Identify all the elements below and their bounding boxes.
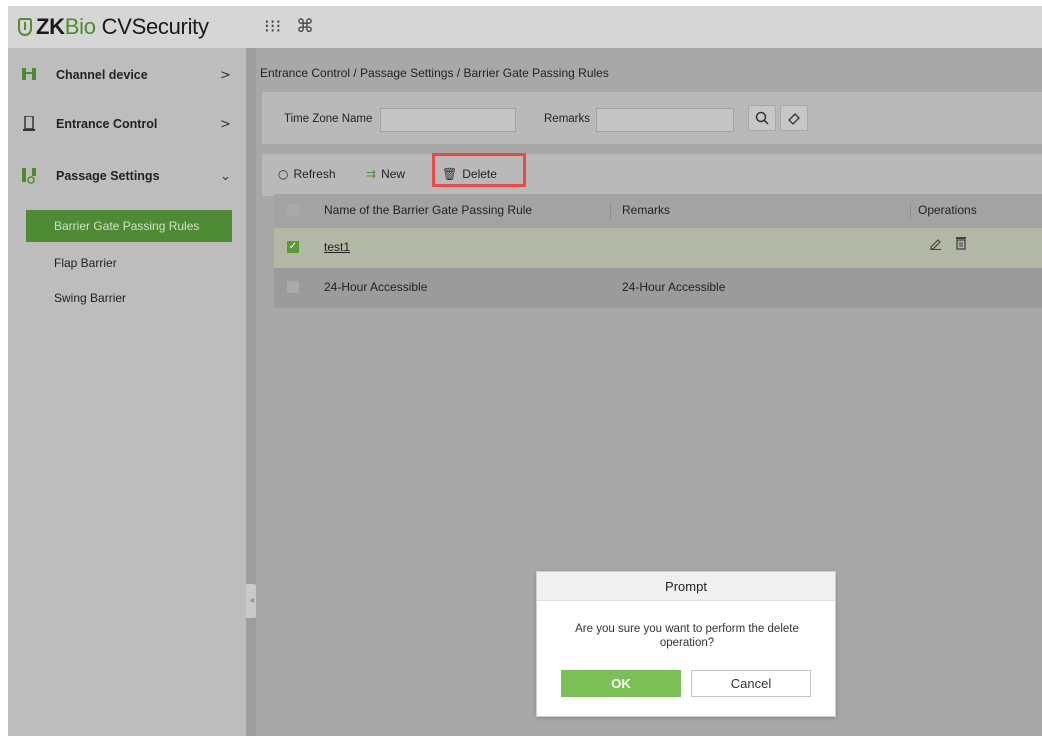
refresh-label: Refresh: [293, 167, 336, 181]
sidebar-item-channel-device[interactable]: Channel device >: [8, 58, 246, 92]
breadcrumb: Entrance Control / Passage Settings / Ba…: [260, 66, 609, 80]
select-all-checkbox[interactable]: [287, 204, 299, 216]
search-button[interactable]: [748, 105, 776, 131]
trash-icon[interactable]: [955, 236, 967, 254]
confirm-delete-dialog: Prompt Are you sure you want to perform …: [536, 571, 836, 717]
search-panel: Time Zone Name Remarks: [262, 92, 1042, 144]
sidebar-item-entrance-control[interactable]: Entrance Control >: [8, 107, 246, 141]
new-button[interactable]: ⇉ New: [366, 167, 405, 181]
sidebar-subitem-flap-barrier[interactable]: Flap Barrier: [26, 247, 232, 279]
sidebar-subitem-label: Swing Barrier: [54, 291, 127, 305]
column-header-name[interactable]: Name of the Barrier Gate Passing Rule: [324, 203, 532, 217]
sidebar-item-label: Passage Settings: [56, 169, 160, 183]
chevron-right-icon: >: [220, 116, 231, 132]
dialog-message: Are you sure you want to perform the del…: [575, 623, 799, 649]
remarks-input[interactable]: [596, 108, 734, 132]
command-icon[interactable]: ⌘: [296, 16, 314, 37]
time-zone-name-label: Time Zone Name: [284, 113, 373, 125]
top-bar: ZK Bio CVSecurity ⁝⁝⁝ ⌘: [8, 6, 1042, 48]
ok-button[interactable]: OK: [561, 670, 681, 697]
new-label: New: [381, 167, 406, 181]
logo-cvsecurity-text: CVSecurity: [101, 14, 209, 39]
row-checkbox[interactable]: [287, 281, 299, 293]
edit-icon[interactable]: [928, 236, 942, 254]
app-window: ZK Bio CVSecurity ⁝⁝⁝ ⌘ Channel device >…: [8, 6, 1042, 736]
sidebar-item-label: Channel device: [56, 68, 148, 82]
chevron-down-icon: ⌄: [220, 168, 231, 184]
column-divider: [610, 203, 611, 219]
column-header-operations: Operations: [918, 203, 977, 217]
sidebar-item-label: Entrance Control: [56, 117, 158, 131]
shield-logo-icon: [18, 18, 32, 36]
rule-remarks: 24-Hour Accessible: [622, 280, 726, 294]
chevron-right-icon: >: [220, 67, 231, 83]
cancel-button[interactable]: Cancel: [691, 670, 811, 697]
refresh-icon: ○: [278, 167, 289, 181]
column-header-remarks[interactable]: Remarks: [622, 203, 670, 217]
new-icon: ⇉: [366, 167, 377, 181]
sidebar: Channel device > Entrance Control > Pass…: [8, 48, 246, 736]
remarks-label: Remarks: [544, 113, 591, 125]
apps-grid-icon[interactable]: ⁝⁝⁝: [264, 16, 281, 37]
channel-device-icon: [22, 67, 36, 83]
sidebar-subitem-barrier-gate-passing-rules[interactable]: Barrier Gate Passing Rules: [26, 210, 232, 242]
column-divider: [910, 203, 911, 219]
rule-name: 24-Hour Accessible: [324, 280, 428, 294]
time-zone-name-input[interactable]: [380, 108, 516, 132]
sidebar-subitem-label: Barrier Gate Passing Rules: [54, 219, 200, 233]
eraser-icon: [788, 113, 800, 125]
passage-settings-icon: [22, 168, 36, 184]
delete-highlight-box: [432, 153, 526, 187]
rule-name-link[interactable]: test1: [324, 240, 350, 254]
sidebar-subitem-swing-barrier[interactable]: Swing Barrier: [26, 282, 232, 314]
toolbar: ○ Refresh ⇉ New 🗑 Delete: [262, 153, 1042, 196]
app-logo[interactable]: ZK Bio CVSecurity: [18, 14, 209, 40]
rules-table: Name of the Barrier Gate Passing Rule Re…: [274, 194, 1042, 308]
row-checkbox[interactable]: ✓: [287, 241, 299, 253]
logo-zk-text: ZK: [36, 14, 65, 39]
sidebar-subitem-label: Flap Barrier: [54, 256, 117, 270]
table-header: Name of the Barrier Gate Passing Rule Re…: [274, 194, 1042, 228]
refresh-button[interactable]: ○ Refresh: [278, 167, 336, 181]
dialog-title: Prompt: [537, 572, 835, 601]
search-icon: [755, 111, 769, 125]
logo-bio-text: Bio: [64, 14, 96, 39]
table-row[interactable]: 24-Hour Accessible 24-Hour Accessible: [274, 268, 1042, 308]
clear-button[interactable]: [780, 105, 808, 131]
table-row[interactable]: ✓ test1: [274, 228, 1042, 268]
entrance-control-icon: [22, 115, 36, 132]
sidebar-item-passage-settings[interactable]: Passage Settings ⌄: [8, 159, 246, 193]
